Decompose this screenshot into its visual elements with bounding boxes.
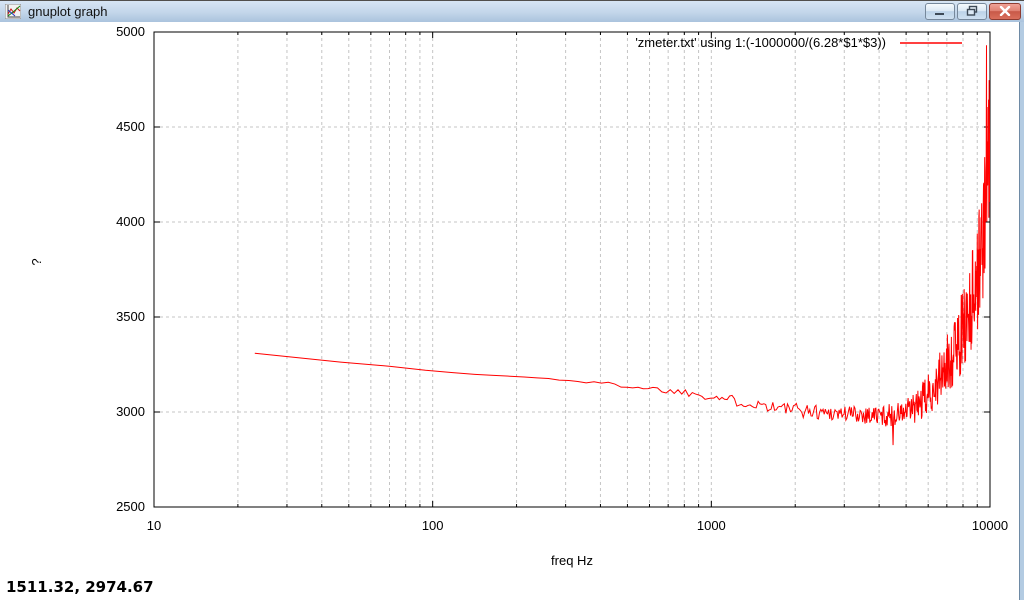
legend-label: 'zmeter.txt' using 1:(-1000000/(6.28*$1*… <box>635 35 886 50</box>
series-zmeter <box>254 45 990 446</box>
plot-border <box>153 31 991 508</box>
y-tick-label: 4000 <box>116 214 145 229</box>
minimize-button[interactable] <box>925 3 955 20</box>
y-tick-label: 3000 <box>116 404 145 419</box>
title-bar[interactable]: gnuplot graph <box>0 0 1024 22</box>
y-tick-label: 4500 <box>116 119 145 134</box>
minimize-icon <box>934 4 946 19</box>
y-axis-label: ? <box>29 258 44 265</box>
plot-grid <box>154 32 990 507</box>
x-tick-label: 10 <box>147 518 161 533</box>
x-tick-label: 10000 <box>972 518 1008 533</box>
titlebar-buttons <box>925 3 1021 20</box>
close-icon <box>999 4 1011 19</box>
gnuplot-window: gnuplot graph 10 100 1000 10000 2500 300… <box>0 0 1024 600</box>
legend: 'zmeter.txt' using 1:(-1000000/(6.28*$1*… <box>635 35 962 50</box>
axis-ticks <box>153 31 991 508</box>
window-title: gnuplot graph <box>28 4 108 19</box>
x-tick-label: 1000 <box>697 518 726 533</box>
x-axis-label: freq Hz <box>551 553 593 568</box>
chart-area[interactable]: 10 100 1000 10000 2500 3000 3500 4000 4500 5000 fr… <box>0 22 1024 600</box>
gnuplot-chart[interactable]: 10 100 1000 10000 2500 3000 3500 4000 4500 5000 fr… <box>0 22 1024 600</box>
x-tick-label: 100 <box>422 518 444 533</box>
restore-icon <box>966 4 978 19</box>
restore-button[interactable] <box>957 3 987 20</box>
gnuplot-icon <box>5 4 21 19</box>
y-tick-label: 2500 <box>116 499 145 514</box>
mouse-coordinates: 1511.32, 2974.67 <box>6 578 154 596</box>
window-border <box>1019 22 1024 600</box>
close-button[interactable] <box>989 3 1021 20</box>
y-tick-label: 5000 <box>116 24 145 39</box>
y-tick-label: 3500 <box>116 309 145 324</box>
